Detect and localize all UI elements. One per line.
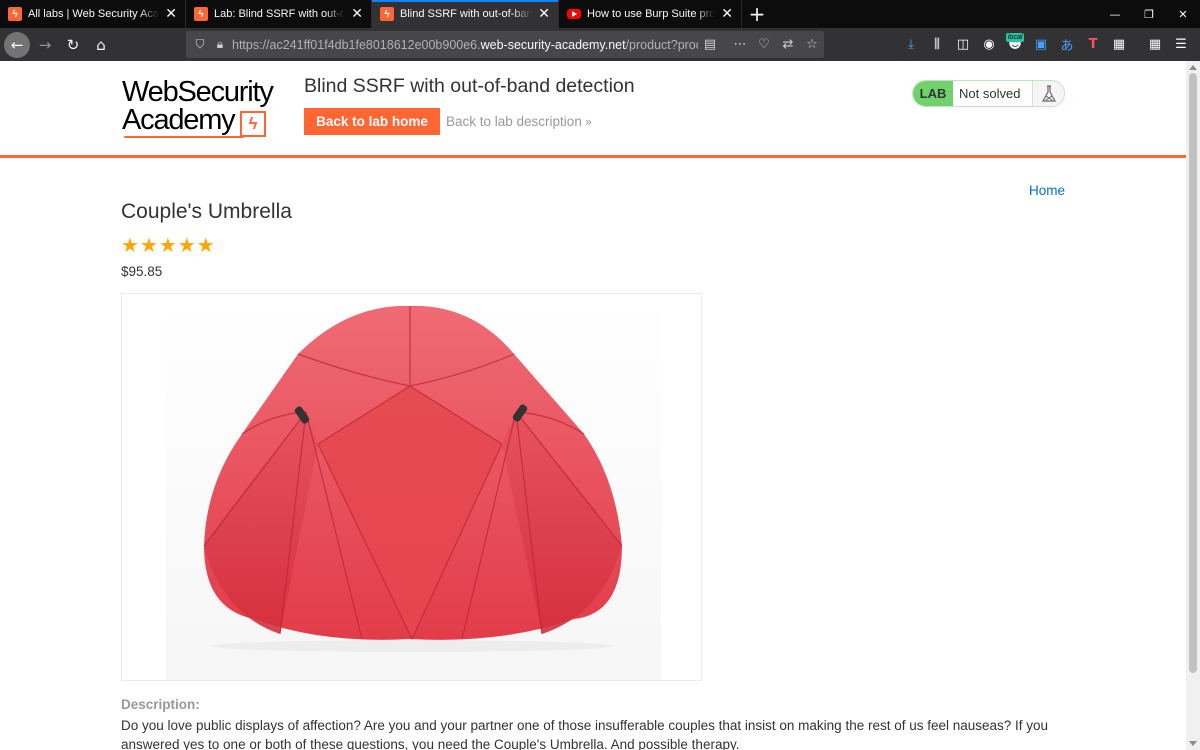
minimize-icon[interactable]: —	[1098, 0, 1132, 28]
umbrella-image	[166, 294, 661, 680]
home-link[interactable]: Home	[1029, 183, 1065, 198]
sidebar-icon[interactable]: ◫	[950, 32, 976, 58]
account-icon[interactable]: ◉	[976, 32, 1002, 58]
lab-status-widget: LAB Not solved	[912, 80, 1065, 107]
flask-icon	[1032, 81, 1064, 106]
reload-icon[interactable]: ↻	[60, 32, 86, 58]
chevron-right-icon: »	[584, 115, 593, 129]
download-icon[interactable]: ⤓	[898, 32, 924, 58]
extensions-icon[interactable]: ▦	[1142, 32, 1168, 58]
restore-icon[interactable]: ❐	[1132, 0, 1166, 28]
youtube-icon	[567, 7, 581, 21]
browser-toolbar: ← → ↻ ⌂ ⛉ 🔒︎ https://ac241ff01f4db1fe801…	[0, 28, 1200, 61]
product-title: Couple's Umbrella	[121, 200, 292, 223]
product-price: $95.85	[121, 264, 163, 279]
reader-view-icon[interactable]: ▤	[698, 37, 722, 52]
forward-arrow-icon[interactable]: →	[32, 32, 58, 58]
back-arrow-icon[interactable]: ←	[4, 31, 30, 58]
rating-stars: ★ ★ ★ ★ ★	[121, 234, 216, 256]
burp-icon: ϟ	[194, 7, 208, 21]
star-icon: ★	[121, 233, 139, 257]
scroll-up-icon[interactable]	[1189, 65, 1197, 70]
close-tab-icon[interactable]: ✕	[538, 6, 550, 22]
browser-tab-bar: ϟ All labs | Web Security Academy ✕ ϟ La…	[0, 0, 1200, 28]
bookmark-star-icon[interactable]: ☆	[800, 37, 824, 52]
back-to-lab-home-button[interactable]: Back to lab home	[304, 108, 440, 135]
tab-title: All labs | Web Security Academy	[28, 8, 160, 20]
star-icon: ★	[139, 233, 158, 257]
translate-ext-icon[interactable]: あ	[1054, 32, 1080, 58]
page-actions-icon[interactable]: ⋯	[728, 37, 752, 52]
new-tab-icon[interactable]: +	[742, 0, 772, 28]
browser-tab-active[interactable]: ϟ Blind SSRF with out-of-band detection …	[372, 0, 559, 28]
burp-icon: ϟ	[8, 7, 22, 21]
scrollbar-thumb[interactable]	[1189, 73, 1197, 673]
star-icon: ★	[158, 233, 177, 257]
browser-extensions: ⤓ ⫼ ◫ ◉ ☻ local ▣ あ T ▦ ▦ ☰	[898, 28, 1194, 61]
product-image	[121, 293, 702, 681]
lock-icon[interactable]: 🔒︎	[210, 37, 230, 52]
shield-icon[interactable]: ⛉	[190, 37, 210, 52]
page-viewport: WebSecurity Academy ϟ Blind SSRF with ou…	[0, 61, 1186, 750]
address-bar[interactable]: ⛉ 🔒︎ https://ac241ff01f4db1fe8018612e00b…	[186, 31, 824, 58]
lab-badge: LAB	[913, 81, 953, 106]
star-icon: ★	[177, 233, 196, 257]
multi-account-icon[interactable]: ▣	[1028, 32, 1054, 58]
home-icon[interactable]: ⌂	[88, 32, 114, 58]
product-description: Do you love public displays of affection…	[121, 718, 1049, 750]
window-controls: — ❐ ✕	[1098, 0, 1200, 28]
foxyproxy-icon[interactable]: ☻ local	[1002, 32, 1028, 58]
browser-tab-lab[interactable]: ϟ Lab: Blind SSRF with out-of-band detec…	[186, 0, 372, 28]
url-text[interactable]: https://ac241ff01f4db1fe8018612e00b900e6…	[232, 38, 698, 52]
tab-title: Blind SSRF with out-of-band detection	[400, 8, 533, 20]
back-to-lab-description-link[interactable]: Back to lab description»	[446, 114, 592, 129]
burp-icon: ϟ	[380, 7, 394, 21]
tab-title: Lab: Blind SSRF with out-of-band detecti…	[214, 8, 346, 20]
description-heading: Description:	[121, 697, 200, 712]
browser-tab-all-labs[interactable]: ϟ All labs | Web Security Academy ✕	[0, 0, 186, 28]
lab-status-text: Not solved	[953, 81, 1032, 106]
menu-icon[interactable]: ☰	[1168, 32, 1194, 58]
web-security-academy-logo[interactable]: WebSecurity Academy ϟ	[122, 77, 292, 139]
extension-t-icon[interactable]: T	[1080, 32, 1106, 58]
close-window-icon[interactable]: ✕	[1166, 0, 1200, 28]
star-icon: ★	[196, 233, 215, 257]
bolt-icon: ϟ	[240, 111, 266, 137]
page-scrollbar[interactable]	[1186, 61, 1200, 750]
close-tab-icon[interactable]: ✕	[721, 6, 733, 22]
lab-title: Blind SSRF with out-of-band detection	[304, 75, 635, 97]
close-tab-icon[interactable]: ✕	[351, 6, 363, 22]
academy-header: WebSecurity Academy ϟ Blind SSRF with ou…	[0, 61, 1186, 158]
translate-icon[interactable]: ⇄	[776, 37, 800, 52]
library-icon[interactable]: ⫼	[924, 32, 950, 58]
extension-grid-icon[interactable]: ▦	[1106, 32, 1132, 58]
browser-tab-youtube[interactable]: How to use Burp Suite projects ✕	[559, 0, 742, 28]
close-tab-icon[interactable]: ✕	[165, 6, 177, 22]
pocket-icon[interactable]: ♡	[752, 37, 776, 52]
scroll-down-icon[interactable]	[1189, 741, 1197, 746]
tab-title: How to use Burp Suite projects	[587, 8, 716, 20]
